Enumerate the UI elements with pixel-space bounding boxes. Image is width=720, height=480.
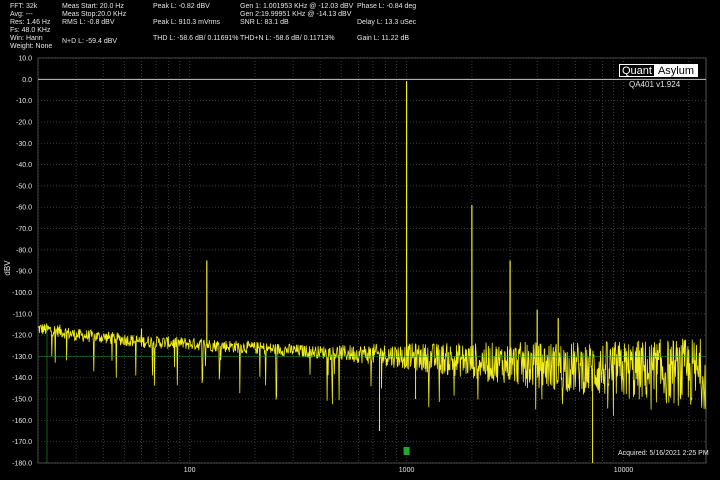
- delay-l: Delay L: 13.3 uSec: [357, 19, 417, 26]
- peak-dbv: Peak L: -0.82 dBV: [153, 3, 210, 10]
- overlays: [38, 326, 706, 463]
- series-trace: [37, 81, 707, 463]
- y-tick-label: -20.0: [16, 119, 32, 126]
- meas-stop: Meas Stop:20.0 KHz: [62, 11, 127, 18]
- phase-l: Phase L: -0.84 deg: [357, 3, 417, 10]
- grid: [37, 57, 707, 464]
- resolution: Res: 1.46 Hz: [10, 19, 51, 26]
- gen2: Gen 2:19.99951 KHz @ -14.13 dBV: [240, 11, 352, 18]
- y-axis-label: dBV: [3, 260, 12, 276]
- fft-size: FFT: 32k: [10, 3, 38, 10]
- snr-l: SNR L: 83.1 dB: [240, 19, 289, 26]
- y-tick-label: -170.0: [12, 439, 32, 446]
- y-tick-label: -80.0: [16, 247, 32, 254]
- y-tick-label: -180.0: [12, 461, 32, 468]
- plot-border: [37, 57, 707, 464]
- spectrum-line: [37, 323, 707, 416]
- gain-l: Gain L: 11.22 dB: [357, 35, 410, 42]
- y-tick-label: -40.0: [16, 162, 32, 169]
- y-tick-label: -90.0: [16, 269, 32, 276]
- acquired-timestamp: Acquired: 5/16/2021 2:25 PM: [618, 450, 709, 457]
- y-tick-label: -30.0: [16, 141, 32, 148]
- x-tick-label: 100: [184, 467, 196, 474]
- meas-start: Meas Start: 20.0 Hz: [62, 3, 124, 10]
- window: Win: Hann: [10, 35, 43, 42]
- y-tick-label: -160.0: [12, 418, 32, 425]
- gen1: Gen 1: 1.001953 KHz @ -12.03 dBV: [240, 3, 354, 10]
- x-tick-label: 10000: [614, 467, 634, 474]
- y-tick-label: -10.0: [16, 98, 32, 105]
- sample-rate: Fs: 48.0 KHz: [10, 27, 51, 34]
- y-tick-label: -70.0: [16, 226, 32, 233]
- y-tick-label: -110.0: [13, 311, 32, 318]
- y-tick-label: 0.0: [22, 77, 32, 84]
- header-col2: Meas Start: 20.0 Hz Meas Stop:20.0 KHz R…: [62, 3, 126, 46]
- header-col1: FFT: 32k Avg: --- Res: 1.46 Hz Fs: 48.0 …: [10, 3, 52, 51]
- peak-vrms: Peak L: 910.3 mVrms: [153, 19, 221, 26]
- y-tick-label: -130.0: [12, 354, 32, 361]
- y-tick-label: -50.0: [16, 183, 32, 190]
- y-tick-label: -100.0: [12, 290, 32, 297]
- version-label: QA401 v1.924: [629, 80, 681, 89]
- y-tick-label: -60.0: [16, 205, 32, 212]
- thd-l: THD L: -58.6 dB/ 0.11691%: [153, 35, 239, 42]
- avg: Avg: ---: [10, 11, 33, 18]
- rms-l: RMS L: -0.8 dBV: [62, 19, 115, 26]
- nd-l: N+D L: -59.4 dBV: [62, 38, 118, 45]
- weighting: Weight: None: [10, 43, 53, 50]
- x-tick-label: 1000: [399, 467, 415, 474]
- y-tick-label: 10.0: [18, 56, 32, 63]
- quantasylum-logo: Quant Asylum: [619, 64, 699, 77]
- tick-labels: 10.0 0.0 -10.0 -20.0 -30.0 -40.0 -50.0 -60.0 -70…: [12, 56, 633, 475]
- y-tick-label: -120.0: [12, 333, 32, 340]
- fundamental-marker: [403, 447, 410, 455]
- spectrum-plot: 10.0 0.0 -10.0 -20.0 -30.0 -40.0 -50.0 -60.0 -70…: [3, 56, 707, 475]
- y-tick-label: -140.0: [12, 375, 32, 382]
- thdn-l: THD+N L: -58.6 dB/ 0.11713%: [240, 35, 335, 42]
- y-tick-label: -150.0: [12, 397, 32, 404]
